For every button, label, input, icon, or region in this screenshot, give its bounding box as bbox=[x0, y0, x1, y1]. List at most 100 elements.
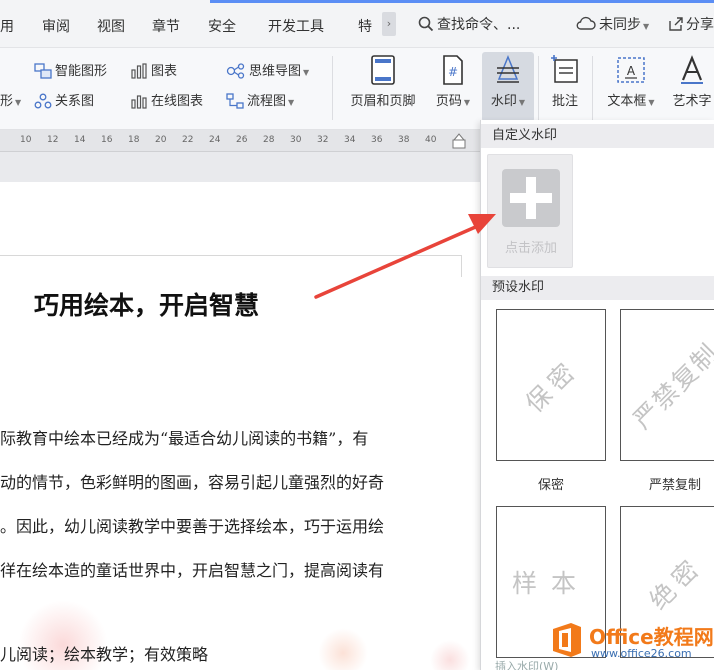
watermark-button[interactable]: 水印 ▼ bbox=[482, 52, 534, 122]
chevron-down-icon: ▼ bbox=[518, 98, 526, 107]
textbox-button[interactable]: A 文本框 ▼ bbox=[598, 54, 664, 109]
document-background bbox=[0, 152, 480, 182]
chevron-down-icon: ▼ bbox=[463, 98, 471, 107]
online-chart-label: 在线图表 bbox=[151, 94, 204, 109]
ruler-tick: 24 bbox=[209, 135, 221, 145]
document-paragraph-line[interactable]: 。因此，幼儿阅读教学中要善于选择绘本，巧于运用绘 bbox=[0, 513, 384, 537]
ruler-tick: 20 bbox=[155, 135, 167, 145]
page-number-label: 页码 bbox=[435, 94, 462, 109]
ruler-tick: 22 bbox=[182, 135, 194, 145]
document-paragraph-line[interactable]: 际教育中绘本已经成为“最适合幼儿阅读的书籍”，有 bbox=[0, 425, 368, 449]
share-button[interactable]: 分享 bbox=[668, 14, 714, 34]
ruler-tick: 38 bbox=[398, 135, 410, 145]
preset-watermark-confidential[interactable]: 保密 bbox=[496, 309, 606, 461]
chart-icon bbox=[131, 63, 147, 79]
ruler-tick: 10 bbox=[20, 135, 32, 145]
sync-status-button[interactable]: 未同步 ▼ bbox=[576, 14, 649, 34]
add-custom-watermark-button[interactable]: 点击添加 bbox=[487, 154, 573, 268]
relation-label: 关系图 bbox=[55, 94, 95, 109]
ribbon-separator bbox=[538, 56, 539, 120]
ribbon-toolbar: 智能图形 图表 思维导图 ▼ 形 ▼ 关系图 在线图表 流程图 ▼ 页眉和页脚 # 页… bbox=[0, 48, 714, 130]
watermark-preview-text: 严禁复制 bbox=[627, 337, 714, 435]
comment-icon bbox=[551, 55, 578, 83]
flowchart-button[interactable]: 流程图 ▼ bbox=[226, 91, 294, 113]
mind-map-button[interactable]: 思维导图 ▼ bbox=[226, 61, 309, 83]
comment-label: 批注 bbox=[551, 94, 578, 109]
document-title[interactable]: 巧用绘本，开启智慧 bbox=[34, 286, 259, 322]
menu-insert[interactable]: 用 bbox=[0, 16, 14, 36]
relation-chart-button[interactable]: 关系图 bbox=[34, 91, 94, 113]
flowchart-label: 流程图 bbox=[247, 94, 287, 109]
online-chart-icon bbox=[131, 95, 147, 109]
menu-accent-line bbox=[210, 0, 714, 3]
ruler-tick: 28 bbox=[263, 135, 275, 145]
flowchart-icon bbox=[226, 93, 244, 109]
shape-button[interactable]: 形 ▼ bbox=[0, 91, 21, 113]
chart-label: 图表 bbox=[151, 64, 178, 79]
preset-label: 保密 bbox=[537, 478, 564, 493]
ruler-tick: 26 bbox=[236, 135, 248, 145]
menu-security[interactable]: 安全 bbox=[208, 16, 236, 36]
ruler-tick: 14 bbox=[74, 135, 86, 145]
relation-icon bbox=[34, 93, 52, 109]
watermark-preview-text: 绝密 bbox=[643, 550, 709, 616]
smart-art-icon bbox=[34, 63, 52, 79]
command-search[interactable]: 查找命令、... bbox=[418, 14, 520, 34]
ruler-tick: 34 bbox=[344, 135, 356, 145]
preset-watermark-no-copy[interactable]: 严禁复制 bbox=[620, 309, 714, 461]
header-footer-button[interactable]: 页眉和页脚 bbox=[340, 54, 426, 109]
art-text-button[interactable]: 艺术字 bbox=[670, 54, 714, 109]
plus-icon bbox=[502, 169, 560, 227]
ruler-tick: 12 bbox=[47, 135, 59, 145]
smart-art-label: 智能图形 bbox=[55, 64, 108, 79]
preset-watermark-header: 预设水印 bbox=[481, 276, 714, 300]
chevron-down-icon: ▼ bbox=[15, 98, 22, 107]
textbox-label: 文本框 bbox=[607, 94, 647, 109]
document-paragraph-line[interactable]: 动的情节，色彩鲜明的图画，容易引起儿童强烈的好奇 bbox=[0, 469, 384, 493]
svg-text:A: A bbox=[627, 64, 636, 78]
ruler-tick: 30 bbox=[290, 135, 302, 145]
share-icon bbox=[669, 17, 683, 31]
chart-button[interactable]: 图表 bbox=[130, 61, 177, 83]
menu-bar: 用 审阅 视图 章节 安全 开发工具 特 › 查找命令、... 未同步 ▼ 分享 bbox=[0, 0, 714, 48]
page-number-button[interactable]: # 页码 ▼ bbox=[430, 54, 476, 109]
document-paragraph-line[interactable]: 徉在绘本造的童话世界中，开启智慧之门，提高阅读有 bbox=[0, 557, 384, 581]
ribbon-separator bbox=[592, 56, 593, 120]
ruler-tick: 18 bbox=[128, 135, 140, 145]
ruler-indent-marker[interactable] bbox=[452, 132, 466, 150]
shape-label: 形 bbox=[0, 94, 14, 109]
document-keywords-line[interactable]: 儿阅读；绘本教学；有效策略 bbox=[0, 641, 208, 665]
menu-view[interactable]: 视图 bbox=[97, 16, 125, 36]
header-footer-label: 页眉和页脚 bbox=[350, 94, 416, 109]
watermark-icon bbox=[497, 55, 519, 83]
menu-developer-tools[interactable]: 开发工具 bbox=[268, 16, 324, 36]
online-chart-button[interactable]: 在线图表 bbox=[130, 91, 203, 113]
ribbon-separator bbox=[332, 56, 333, 120]
cloud-icon bbox=[576, 16, 596, 30]
search-text: 查找命令、... bbox=[437, 17, 521, 33]
menu-chapter[interactable]: 章节 bbox=[152, 16, 180, 36]
menu-review[interactable]: 审阅 bbox=[42, 16, 70, 36]
ruler-tick: 36 bbox=[371, 135, 383, 145]
menu-scroll-right-button[interactable]: › bbox=[382, 12, 396, 36]
add-watermark-label: 点击添加 bbox=[504, 241, 557, 256]
chevron-down-icon: ▼ bbox=[288, 98, 295, 107]
chevron-down-icon: ▼ bbox=[648, 98, 655, 107]
page-margin-line bbox=[0, 255, 462, 256]
svg-text:#: # bbox=[448, 65, 458, 79]
horizontal-ruler[interactable]: 10 12 14 16 18 20 22 24 26 28 30 32 34 3… bbox=[0, 130, 480, 152]
menu-special[interactable]: 特 bbox=[358, 16, 372, 36]
header-footer-icon bbox=[371, 55, 395, 85]
chevron-down-icon: ▼ bbox=[643, 22, 650, 31]
ruler-tick: 40 bbox=[425, 135, 437, 145]
page-number-icon: # bbox=[443, 55, 463, 85]
chevron-down-icon: ▼ bbox=[303, 68, 310, 77]
art-text-icon bbox=[681, 55, 703, 84]
smart-art-button[interactable]: 智能图形 bbox=[34, 61, 107, 83]
logo-site-url: www.office26.com bbox=[591, 647, 692, 660]
preset-label: 严禁复制 bbox=[648, 478, 701, 493]
share-label: 分享 bbox=[686, 17, 714, 33]
office-logo: Office教程网 www.office26.com bbox=[549, 619, 714, 670]
comment-button[interactable]: 批注 bbox=[544, 54, 586, 109]
mind-map-icon bbox=[226, 63, 245, 79]
